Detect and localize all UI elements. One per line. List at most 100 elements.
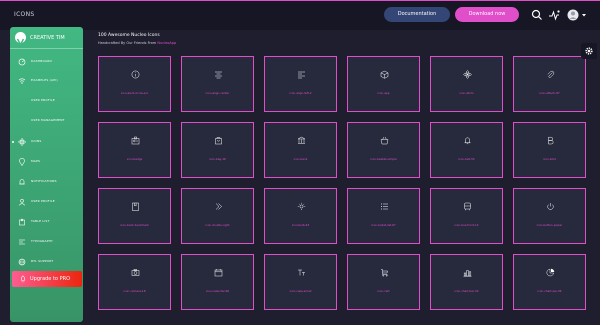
settings-toggle[interactable] [581, 43, 597, 59]
icon-card[interactable]: icon-bus-front-12 [430, 188, 503, 244]
atom-icon [463, 70, 472, 79]
info-icon [131, 70, 140, 79]
sidebar-item-label: USER MANAGEMENT [31, 118, 65, 122]
upgrade-label: Upgrade to PRO [30, 276, 70, 282]
icon-card[interactable]: icon-book-bookmark [98, 188, 171, 244]
icon-card-label: icon-chart-bar-32 [454, 289, 479, 293]
icon-card-label: icon-alert-circle-exc [120, 91, 149, 95]
bulb-icon [297, 202, 306, 210]
sidebar-item-label: ICONS [31, 139, 42, 143]
icon-card[interactable]: icon-chart-pie-36 [513, 254, 586, 310]
sidebar-item-typography[interactable]: TYPOGRAPHY [10, 236, 83, 248]
icon-card[interactable]: icon-double-right [181, 188, 254, 244]
app-icon [380, 70, 389, 79]
icon-card[interactable]: icon-bank [264, 122, 337, 178]
sidebar-item-label: EXAMPLES (API) [31, 78, 58, 82]
icon-card[interactable]: icon-badge [98, 122, 171, 178]
bus-icon [464, 202, 471, 211]
bold-icon [548, 136, 554, 145]
icon-card[interactable]: icon-calendar-60 [181, 254, 254, 310]
icon-card-label: icon-align-left-2 [289, 91, 312, 95]
sidebar-item-label: TYPOGRAPHY [31, 239, 54, 243]
user-icon [19, 198, 25, 206]
icon-card[interactable]: icon-caps-small [264, 254, 337, 310]
icon-card-label: icon-button-power [536, 223, 563, 227]
documentation-button[interactable]: Documentation [384, 7, 450, 22]
icon-card-label: icon-bus-front-12 [454, 223, 479, 227]
sidebar-item-rtl-support[interactable]: RTL SUPPORT [10, 256, 83, 268]
sidebar-item-user-profile[interactable]: USER PROFILE [10, 196, 83, 208]
icon-card[interactable]: icon-bulb-63 [264, 188, 337, 244]
icon-card[interactable]: icon-button-power [513, 188, 586, 244]
icon-card-label: icon-calendar-60 [205, 289, 230, 293]
wifi-icon [18, 78, 26, 84]
sidebar-item-table-list[interactable]: TABLE LIST [10, 216, 83, 228]
icon-card-label: icon-bell-55 [458, 157, 475, 161]
icon-card-label: icon-bullet-list-67 [371, 223, 396, 227]
icon-card[interactable]: icon-atom [430, 56, 503, 112]
upgrade-pro-button[interactable]: Upgrade to PRO [12, 271, 82, 287]
brand-logo [15, 32, 26, 46]
icon-card-label: icon-basket-simple [370, 157, 397, 161]
activity-icon[interactable] [547, 8, 561, 22]
icon-card-label: icon-attach-87 [539, 91, 560, 95]
download-button[interactable]: Download now [455, 7, 519, 22]
icon-card[interactable]: icon-align-left-2 [264, 56, 337, 112]
nucleo-link[interactable]: NucleoApp [157, 41, 176, 45]
icon-card-label: icon-camera-18 [123, 289, 146, 293]
sidebar-item-label: USER PROFILE [31, 199, 55, 203]
sidebar-brand[interactable]: CREATIVE TIM [10, 27, 83, 49]
sidebar-item-user-management[interactable]: USER MANAGEMENT [10, 115, 83, 127]
sidebar-item-label: USER PROFILE [31, 98, 55, 102]
bell-icon [464, 137, 471, 145]
sidebar-item-notifications[interactable]: NOTIFICATIONS [10, 176, 83, 188]
bell-icon [19, 179, 25, 185]
icon-card[interactable]: icon-cart [347, 254, 420, 310]
icon-card-label: icon-caps-small [289, 289, 312, 293]
sidebar-item-icons[interactable]: ICONS [10, 136, 83, 148]
bank-icon [297, 136, 306, 144]
icon-card[interactable]: icon-bold [513, 122, 586, 178]
icon-card[interactable]: icon-bullet-list-67 [347, 188, 420, 244]
sidebar-item-dashboard[interactable]: DASHBOARD [10, 56, 83, 68]
basket-icon [380, 136, 389, 145]
sidebar-item-user-profile-sub[interactable]: USER PROFILE [10, 95, 83, 107]
cart-icon [381, 269, 388, 277]
icon-card[interactable]: icon-bag-16 [181, 122, 254, 178]
page-title: ICONS [14, 11, 35, 18]
active-indicator [12, 141, 14, 143]
icon-card[interactable]: icon-bell-55 [430, 122, 503, 178]
icon-card[interactable]: icon-app [347, 56, 420, 112]
icon-card-label: icon-bulb-63 [291, 223, 310, 227]
icon-card-label: icon-chart-pie-36 [537, 289, 562, 293]
sidebar-item-label: MAPS [31, 159, 41, 163]
dashboard-icon [18, 58, 26, 66]
icon-card-label: icon-bag-16 [209, 157, 226, 161]
brand-name: CREATIVE TIM [30, 35, 65, 41]
sidebar-item-maps[interactable]: MAPS [10, 156, 83, 168]
icon-card[interactable]: icon-alert-circle-exc [98, 56, 171, 112]
icon-card-label: icon-bold [543, 157, 556, 161]
subtitle-text: Handcrafted By Our Friends From [98, 41, 157, 45]
chart-bar-icon [463, 270, 472, 277]
icon-card-label: icon-book-bookmark [120, 223, 149, 227]
main-title: 100 Awesome Nucleo Icons [98, 33, 160, 38]
chevron-down-icon[interactable] [578, 8, 592, 22]
align-icon [19, 239, 25, 245]
icon-card[interactable]: icon-basket-simple [347, 122, 420, 178]
icon-card[interactable]: icon-align-center [181, 56, 254, 112]
double-right-icon [215, 203, 222, 210]
icon-card-label: icon-cart [377, 289, 390, 293]
search-icon[interactable] [530, 8, 544, 22]
atom-icon [18, 138, 26, 146]
caps-icon [298, 269, 305, 276]
icon-card[interactable]: icon-camera-18 [98, 254, 171, 310]
icon-card[interactable]: icon-chart-bar-32 [430, 254, 503, 310]
sidebar-item-label: DASHBOARD [31, 59, 53, 63]
sidebar-item-examples[interactable]: EXAMPLES (API) [10, 75, 83, 87]
icon-card-label: icon-atom [459, 91, 474, 95]
top-navbar: ICONS Documentation Download now [0, 0, 600, 30]
icon-card[interactable]: icon-attach-87 [513, 56, 586, 112]
sidebar-item-label: NOTIFICATIONS [31, 179, 57, 183]
align-center-icon [215, 71, 222, 79]
